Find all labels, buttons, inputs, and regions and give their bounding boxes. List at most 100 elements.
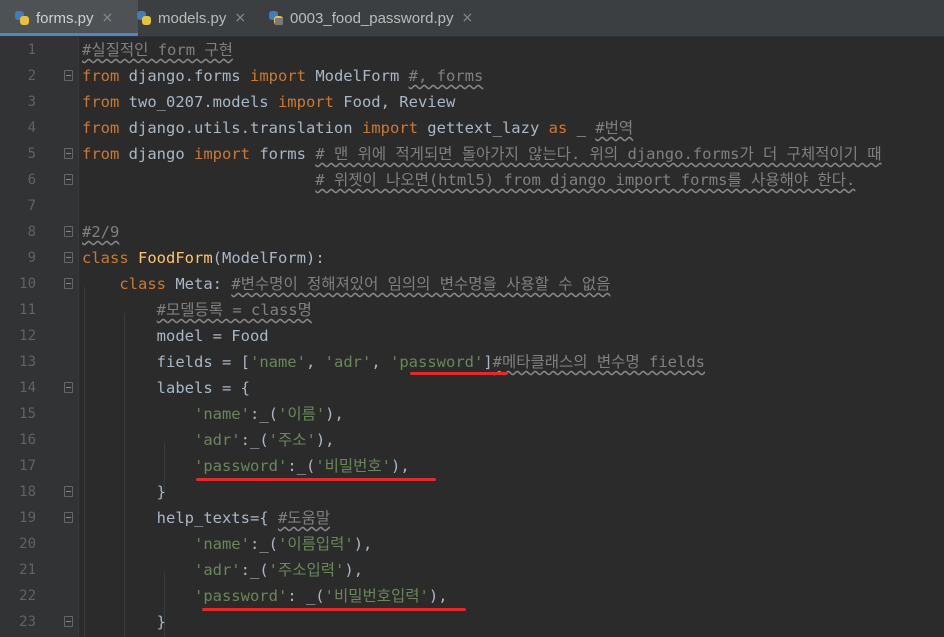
fold-marker-icon[interactable]: [64, 226, 73, 237]
line-number: 12: [19, 328, 36, 344]
code-text: #실질적인 form 구현: [82, 37, 233, 63]
fold-marker-icon[interactable]: [64, 512, 73, 523]
string-token: '비밀번호입력': [324, 587, 429, 605]
code-line[interactable]: 11 #모델등록 = class명: [0, 297, 944, 323]
code-text: 'password': _('비밀번호입력'),: [82, 583, 448, 609]
code-line[interactable]: 8 #2/9: [0, 219, 944, 245]
comment-token: #2/9: [82, 223, 120, 241]
code-text: #2/9: [82, 219, 119, 245]
string-token: '주소입력': [268, 561, 345, 579]
comment-token: #실질적인 form 구현: [82, 41, 233, 59]
line-number: 10: [19, 276, 36, 292]
keyword-token: import: [361, 119, 418, 137]
code-text: 'name':_('이름'),: [82, 401, 344, 427]
code-token: help_texts={: [82, 509, 278, 527]
code-line[interactable]: 20 'name':_('이름입력'),: [0, 531, 944, 557]
close-icon[interactable]: ×: [102, 10, 114, 26]
tab-label: models.py: [158, 9, 227, 27]
code-text: }: [82, 479, 166, 505]
string-token: 'name': [249, 353, 306, 371]
code-line[interactable]: 7: [0, 193, 944, 219]
code-line[interactable]: 19 help_texts={ #도움말: [0, 505, 944, 531]
code-token: :_(: [249, 535, 278, 553]
comment-token: #메타클래스의 변수명 fields: [492, 353, 705, 371]
code-line[interactable]: 2 from django.forms import ModelForm #, f…: [0, 63, 944, 89]
code-text: class FoodForm(ModelForm):: [82, 245, 325, 271]
line-number: 21: [19, 562, 36, 578]
fold-marker-icon[interactable]: [64, 148, 73, 159]
string-token: 'adr': [193, 561, 241, 579]
code-token: ModelForm: [305, 67, 409, 85]
code-text: #모델등록 = class명: [82, 297, 312, 323]
keyword-token: import: [193, 145, 250, 163]
code-text: 'adr':_('주소'),: [82, 427, 335, 453]
comment-token: #도움말: [277, 509, 331, 527]
close-icon[interactable]: ×: [461, 10, 473, 26]
line-number: 20: [19, 536, 36, 552]
code-line[interactable]: 21 'adr':_('주소입력'),: [0, 557, 944, 583]
code-line[interactable]: 10 class Meta: #변수명이 정해져있어 임의의 변수명을 사용할 …: [0, 271, 944, 297]
class-name-token: FoodForm: [138, 249, 213, 267]
code-line[interactable]: 5 from django import forms # 맨 위에 적게되면 돌아…: [0, 141, 944, 167]
red-underline-annotation: [196, 478, 436, 481]
line-number: 13: [19, 354, 36, 370]
line-number: 5: [27, 146, 36, 162]
code-editor[interactable]: 1 #실질적인 form 구현 2 from django.forms import …: [0, 37, 944, 637]
code-line[interactable]: 14 labels = {: [0, 375, 944, 401]
code-line[interactable]: 1 #실질적인 form 구현: [0, 37, 944, 63]
tab-forms-py[interactable]: forms.py ×: [0, 0, 138, 36]
line-number: 15: [19, 406, 36, 422]
code-token: django: [119, 145, 194, 163]
code-token: }: [82, 483, 166, 501]
code-token: _: [567, 119, 596, 137]
code-line[interactable]: 6 # 위젯이 나오면(html5) from django import fo…: [0, 167, 944, 193]
fold-marker-icon[interactable]: [64, 278, 73, 289]
code-line[interactable]: 12 model = Food: [0, 323, 944, 349]
fold-marker-icon[interactable]: [64, 70, 73, 81]
fold-marker-icon[interactable]: [64, 486, 73, 497]
fold-marker-icon[interactable]: [64, 382, 73, 393]
code-text: # 위젯이 나오면(html5) from django import form…: [82, 167, 855, 193]
close-icon[interactable]: ×: [234, 10, 246, 26]
code-text: from django.utils.translation import get…: [82, 115, 633, 141]
red-underline-annotation: [410, 372, 508, 375]
fold-marker-icon[interactable]: [64, 174, 73, 185]
code-line[interactable]: 23 }: [0, 609, 944, 635]
fold-marker-icon[interactable]: [64, 616, 73, 627]
code-token: forms: [249, 145, 316, 163]
comment-token: #변수명이 정해져있어 임의의 변수명을 사용할 수 없음: [231, 275, 611, 293]
code-text: }: [82, 609, 166, 635]
comment-token: #번역: [595, 119, 634, 137]
line-number: 7: [27, 198, 36, 214]
code-line[interactable]: 16 'adr':_('주소'),: [0, 427, 944, 453]
comment-token: # 위젯이 나오면(html5) from django import form…: [315, 171, 856, 189]
string-token: 'password': [193, 587, 288, 605]
line-number: 16: [19, 432, 36, 448]
editor-tab-bar: forms.py × models.py × 0003_food_passwor…: [0, 0, 944, 37]
fold-marker-icon[interactable]: [64, 252, 73, 263]
code-text: class Meta: #변수명이 정해져있어 임의의 변수명을 사용할 수 없…: [82, 271, 610, 297]
code-line[interactable]: 9 class FoodForm(ModelForm):: [0, 245, 944, 271]
code-token: gettext_lazy: [417, 119, 549, 137]
keyword-token: from: [82, 145, 120, 163]
keyword-token: import: [277, 93, 334, 111]
code-line[interactable]: 3 from two_0207.models import Food, Revie…: [0, 89, 944, 115]
line-number: 2: [27, 68, 36, 84]
code-line[interactable]: 18 }: [0, 479, 944, 505]
code-token: :_(: [287, 457, 316, 475]
code-line[interactable]: 4 from django.utils.translation import ge…: [0, 115, 944, 141]
code-line[interactable]: 17 'password':_('비밀번호'),: [0, 453, 944, 479]
code-token: ),: [353, 535, 373, 553]
tab-models-py[interactable]: models.py ×: [124, 0, 266, 36]
code-token: : _(: [287, 587, 325, 605]
tab-0003-food-password-py[interactable]: 0003_food_password.py ×: [254, 0, 498, 36]
code-line[interactable]: 15 'name':_('이름'),: [0, 401, 944, 427]
python-file-icon: [14, 10, 30, 26]
code-line[interactable]: 22 'password': _('비밀번호입력'),: [0, 583, 944, 609]
line-number: 19: [19, 510, 36, 526]
